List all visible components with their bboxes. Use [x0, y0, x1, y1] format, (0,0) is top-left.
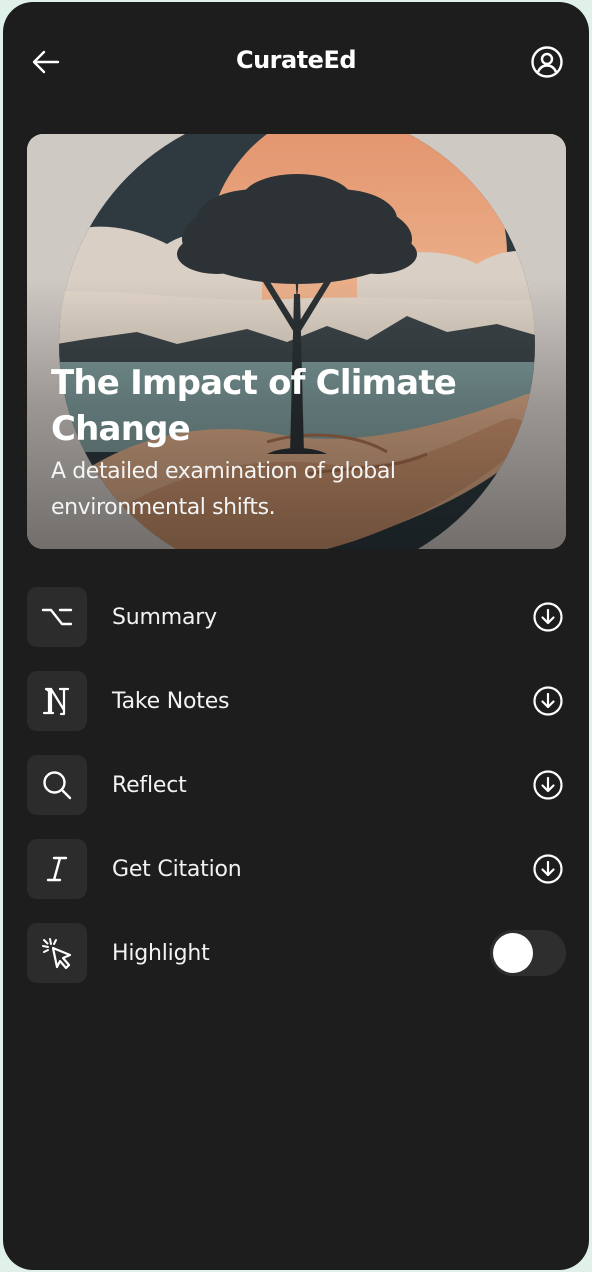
menu-item-summary[interactable]: Summary	[27, 586, 566, 648]
notion-logo-icon	[42, 687, 70, 716]
menu-label-get-citation: Get Citation	[112, 856, 242, 882]
download-button-get-citation[interactable]	[530, 851, 566, 887]
download-button-take-notes[interactable]	[530, 683, 566, 719]
italic-icon	[46, 856, 68, 882]
menu-item-get-citation[interactable]: Get Citation	[27, 838, 566, 900]
menu-label-take-notes: Take Notes	[112, 688, 230, 714]
menu-icon-tile	[27, 839, 87, 899]
menu-icon-tile	[27, 923, 87, 983]
download-circle-icon	[533, 770, 563, 800]
app-screen: CurateEd The Impact of Climate Change A …	[3, 2, 589, 1270]
menu-label-highlight: Highlight	[112, 940, 210, 966]
menu-label-reflect: Reflect	[112, 772, 187, 798]
top-bar: CurateEd	[3, 2, 589, 122]
action-list: Summary Take Notes Reflect Get Citation …	[27, 586, 566, 1006]
app-title: CurateEd	[235, 46, 357, 74]
article-hero-card[interactable]: The Impact of Climate Change A detailed …	[27, 134, 566, 549]
cursor-click-icon	[42, 938, 72, 970]
highlight-toggle[interactable]	[490, 930, 566, 976]
option-key-icon	[41, 608, 73, 626]
user-circle-icon	[531, 46, 563, 78]
article-title: The Impact of Climate Change	[51, 363, 457, 449]
menu-icon-tile	[27, 671, 87, 731]
download-circle-icon	[533, 602, 563, 632]
menu-item-highlight[interactable]: Highlight	[27, 922, 566, 984]
article-subtitle: A detailed examination of global environ…	[51, 459, 396, 520]
download-circle-icon	[533, 686, 563, 716]
download-button-reflect[interactable]	[530, 767, 566, 803]
profile-button[interactable]	[525, 40, 569, 84]
search-icon	[43, 771, 72, 800]
menu-icon-tile	[27, 587, 87, 647]
download-circle-icon	[533, 854, 563, 884]
download-button-summary[interactable]	[530, 599, 566, 635]
toggle-knob	[493, 933, 533, 973]
menu-item-take-notes[interactable]: Take Notes	[27, 670, 566, 732]
menu-label-summary: Summary	[112, 604, 217, 630]
menu-icon-tile	[27, 755, 87, 815]
menu-item-reflect[interactable]: Reflect	[27, 754, 566, 816]
